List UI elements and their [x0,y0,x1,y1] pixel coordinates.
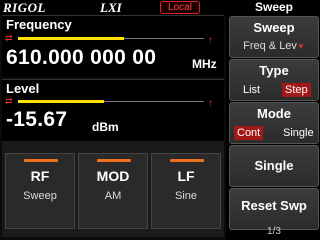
mode-option-single[interactable]: Single [280,126,317,140]
up-arrow-icon: ↑ [208,35,213,46]
mod-tile-value: AM [104,190,122,202]
mod-indicator [97,159,131,162]
sweep-softkey-value: Freq & Lev [243,40,297,52]
reset-sweep-softkey-title: Reset Swp [241,198,307,213]
level-value[interactable]: -15.67 [6,108,67,132]
frequency-panel[interactable]: Frequency ⇄ ↑ 610.000 000 00 MHz [2,15,224,77]
single-softkey-title: Single [254,158,294,173]
level-bar-track [104,101,204,102]
lf-tile-value: Sine [174,190,198,202]
rf-tile[interactable]: RF Sweep [5,153,75,229]
frequency-bar [18,37,124,40]
rf-indicator [24,159,58,162]
lf-tile-name: LF [177,168,195,184]
swap-arrows-icon: ⇄ [5,33,13,43]
swap-arrows-icon: ⇄ [5,96,13,106]
mod-tile-name: MOD [96,168,130,184]
type-softkey-title: Type [259,63,289,78]
type-option-step[interactable]: Step [282,83,311,97]
local-status-badge: Local [160,1,200,14]
level-panel[interactable]: Level ⇄ ↑ -15.67 dBm [2,79,224,141]
level-label: Level [6,81,40,96]
level-unit: dBm [92,120,119,134]
type-option-list[interactable]: List [240,83,263,97]
lf-indicator [170,159,204,162]
frequency-value[interactable]: 610.000 000 00 [6,46,156,70]
sweep-softkey-title: Sweep [253,20,295,35]
level-bar [18,100,104,103]
type-softkey[interactable]: Type List Step [229,59,319,101]
softkey-menu: Sweep Sweep Freq & Lev▼ Type List Step M… [228,0,320,240]
frequency-bar-track [124,38,204,39]
status-tiles: RF Sweep MOD AM LF Sine [2,141,224,237]
up-arrow-icon: ↑ [208,98,213,109]
rf-tile-value: Sweep [23,190,57,202]
mode-softkey-title: Mode [257,106,291,121]
mode-softkey[interactable]: Mode Cont Single [229,102,319,144]
main-panel: Frequency ⇄ ↑ 610.000 000 00 MHz Level ⇄… [0,15,226,240]
single-softkey[interactable]: Single [229,145,319,187]
frequency-label: Frequency [6,17,72,32]
reset-sweep-softkey[interactable]: Reset Swp [229,188,319,230]
page-indicator[interactable]: 1/3 [228,226,320,237]
mode-option-cont[interactable]: Cont [234,126,264,140]
sweep-softkey-sub: Freq & Lev▼ [230,40,318,52]
sweep-softkey[interactable]: Sweep Freq & Lev▼ [229,16,319,58]
menu-title: Sweep [228,0,320,15]
mod-tile[interactable]: MOD AM [78,153,148,229]
lf-tile[interactable]: LF Sine [151,153,221,229]
dropdown-arrow-icon: ▼ [296,42,305,51]
lxi-logo: LXI [100,0,122,15]
frequency-unit: MHz [192,57,217,71]
brand-logo: RIGOL [3,0,46,15]
rf-tile-name: RF [30,168,50,184]
